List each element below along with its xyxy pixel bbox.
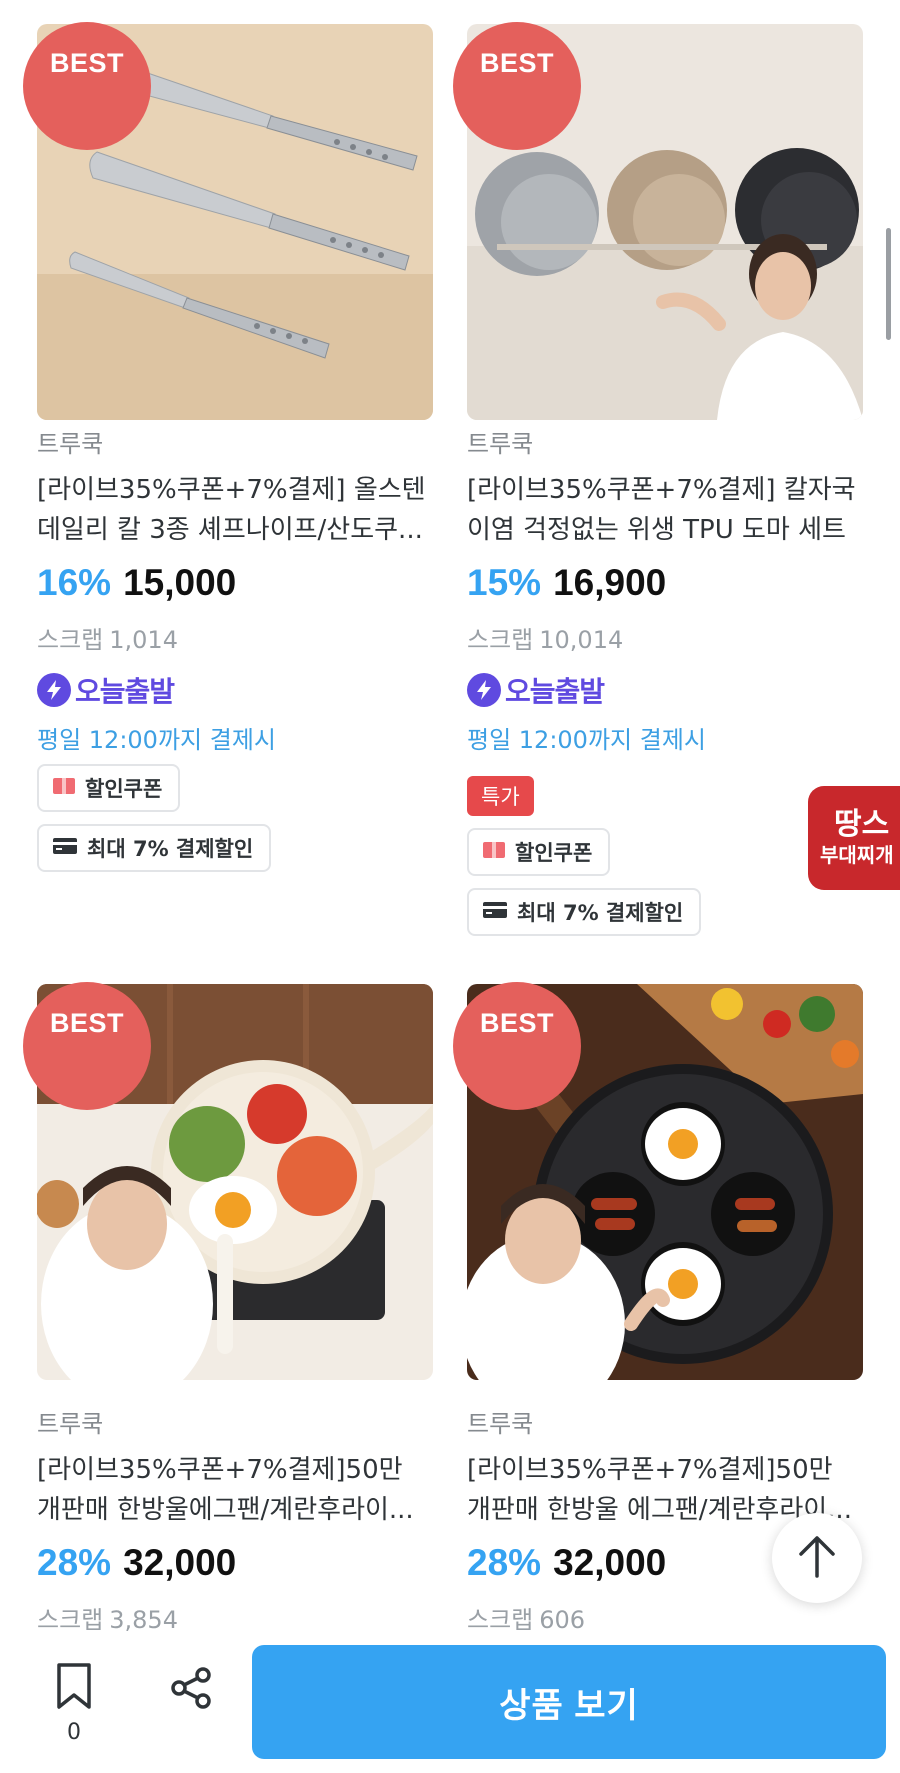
scrap-label: 스크랩: [467, 626, 534, 654]
bottom-action-bar: 0 상품 보기: [0, 1632, 900, 1773]
product-title-line1[interactable]: [라이브35%쿠폰+7%결제]50만: [467, 1450, 863, 1490]
card-icon: [483, 900, 507, 924]
payment-discount-label: 최대 7% 결제할인: [517, 901, 684, 925]
best-badge: BEST: [23, 22, 151, 150]
brand-name[interactable]: 트루쿡: [467, 424, 533, 459]
today-shipping: 오늘출발: [467, 670, 605, 710]
product-card[interactable]: BEST 트루쿡 [라이브35%쿠폰+7%결제] 올스텐 데일리 칼 3종 셰프…: [23, 22, 433, 872]
price-row: 15% 16,900: [467, 562, 666, 612]
product-card[interactable]: BEST 트루쿡 [라이브35%쿠폰+7%결제]50만 개판매 한방울에그팬/계…: [23, 982, 433, 1634]
bookmark-icon: [54, 1662, 94, 1714]
brand-name[interactable]: 트루쿡: [37, 1404, 103, 1439]
product-card[interactable]: BEST 트루쿡 [라이브35%쿠폰+7%결제] 칼자국 이염 걱정없는 위생 …: [453, 22, 863, 936]
product-title-line1[interactable]: [라이브35%쿠폰+7%결제]50만: [37, 1450, 433, 1490]
product-title-line1[interactable]: [라이브35%쿠폰+7%결제] 칼자국: [467, 470, 863, 510]
price: 15,000: [123, 562, 237, 603]
side-promo-banner[interactable]: 땅스 부대찌개: [808, 786, 900, 890]
scrap-number: 10,014: [539, 626, 624, 654]
card-icon: [53, 836, 77, 860]
scrap-label: 스크랩: [467, 1606, 534, 1634]
product-title-line2[interactable]: 데일리 칼 3종 셰프나이프/산도쿠...: [37, 510, 433, 550]
scrap-count: 스크랩 606: [467, 1600, 585, 1635]
scrap-number: 606: [539, 1606, 586, 1634]
product-title-line2[interactable]: 이염 걱정없는 위생 TPU 도마 세트: [467, 510, 863, 550]
price: 32,000: [553, 1542, 667, 1583]
brand-name[interactable]: 트루쿡: [37, 424, 103, 459]
scrap-label: 스크랩: [37, 626, 104, 654]
bookmark-button[interactable]: 0: [46, 1662, 102, 1752]
best-badge: BEST: [23, 982, 151, 1110]
scrap-count: 스크랩 1,014: [37, 620, 178, 655]
view-product-button[interactable]: 상품 보기: [252, 1645, 886, 1759]
arrow-up-icon: [797, 1534, 837, 1582]
scrap-number: 1,014: [109, 626, 178, 654]
share-icon: [169, 1665, 215, 1715]
scrap-label: 스크랩: [37, 1606, 104, 1634]
scrollbar[interactable]: [886, 228, 891, 340]
today-shipping: 오늘출발: [37, 670, 175, 710]
product-title-line2[interactable]: 개판매 한방울에그팬/계란후라이...: [37, 1490, 433, 1530]
shipping-deadline: 평일 12:00까지 결제시: [37, 726, 276, 754]
special-price-badge: 특가: [467, 776, 534, 816]
discount-rate: 28%: [467, 1542, 542, 1583]
scrap-number: 3,854: [109, 1606, 178, 1634]
coupon-chip[interactable]: 할인쿠폰: [37, 764, 181, 812]
discount-rate: 16%: [37, 562, 112, 603]
price: 32,000: [123, 1542, 237, 1583]
today-shipping-label: 오늘출발: [505, 675, 605, 708]
scrap-count: 스크랩 10,014: [467, 620, 623, 655]
coupon-icon: [483, 840, 505, 864]
payment-discount-chip[interactable]: 최대 7% 결제할인: [37, 824, 272, 872]
price: 16,900: [553, 562, 667, 603]
best-badge: BEST: [453, 22, 581, 150]
coupon-icon: [53, 776, 75, 800]
lightning-icon: [467, 673, 501, 707]
discount-rate: 15%: [467, 562, 542, 603]
coupon-chip[interactable]: 할인쿠폰: [467, 828, 611, 876]
share-button[interactable]: [164, 1662, 220, 1718]
scrap-count: 스크랩 3,854: [37, 1600, 178, 1635]
coupon-label: 할인쿠폰: [85, 777, 163, 801]
price-row: 28% 32,000: [467, 1542, 666, 1592]
side-banner-line1: 땅스: [834, 807, 890, 842]
today-shipping-label: 오늘출발: [75, 675, 175, 708]
coupon-label: 할인쿠폰: [515, 841, 593, 865]
product-title-line1[interactable]: [라이브35%쿠폰+7%결제] 올스텐: [37, 470, 433, 510]
scroll-to-top-button[interactable]: [772, 1513, 862, 1603]
best-badge: BEST: [453, 982, 581, 1110]
discount-rate: 28%: [37, 1542, 112, 1583]
price-row: 16% 15,000: [37, 562, 236, 612]
bookmark-count: 0: [67, 1720, 81, 1745]
payment-discount-chip[interactable]: 최대 7% 결제할인: [467, 888, 702, 936]
brand-name[interactable]: 트루쿡: [467, 1404, 533, 1439]
side-banner-line2: 부대찌개: [820, 843, 894, 867]
lightning-icon: [37, 673, 71, 707]
price-row: 28% 32,000: [37, 1542, 236, 1592]
shipping-deadline: 평일 12:00까지 결제시: [467, 726, 706, 754]
payment-discount-label: 최대 7% 결제할인: [87, 837, 254, 861]
